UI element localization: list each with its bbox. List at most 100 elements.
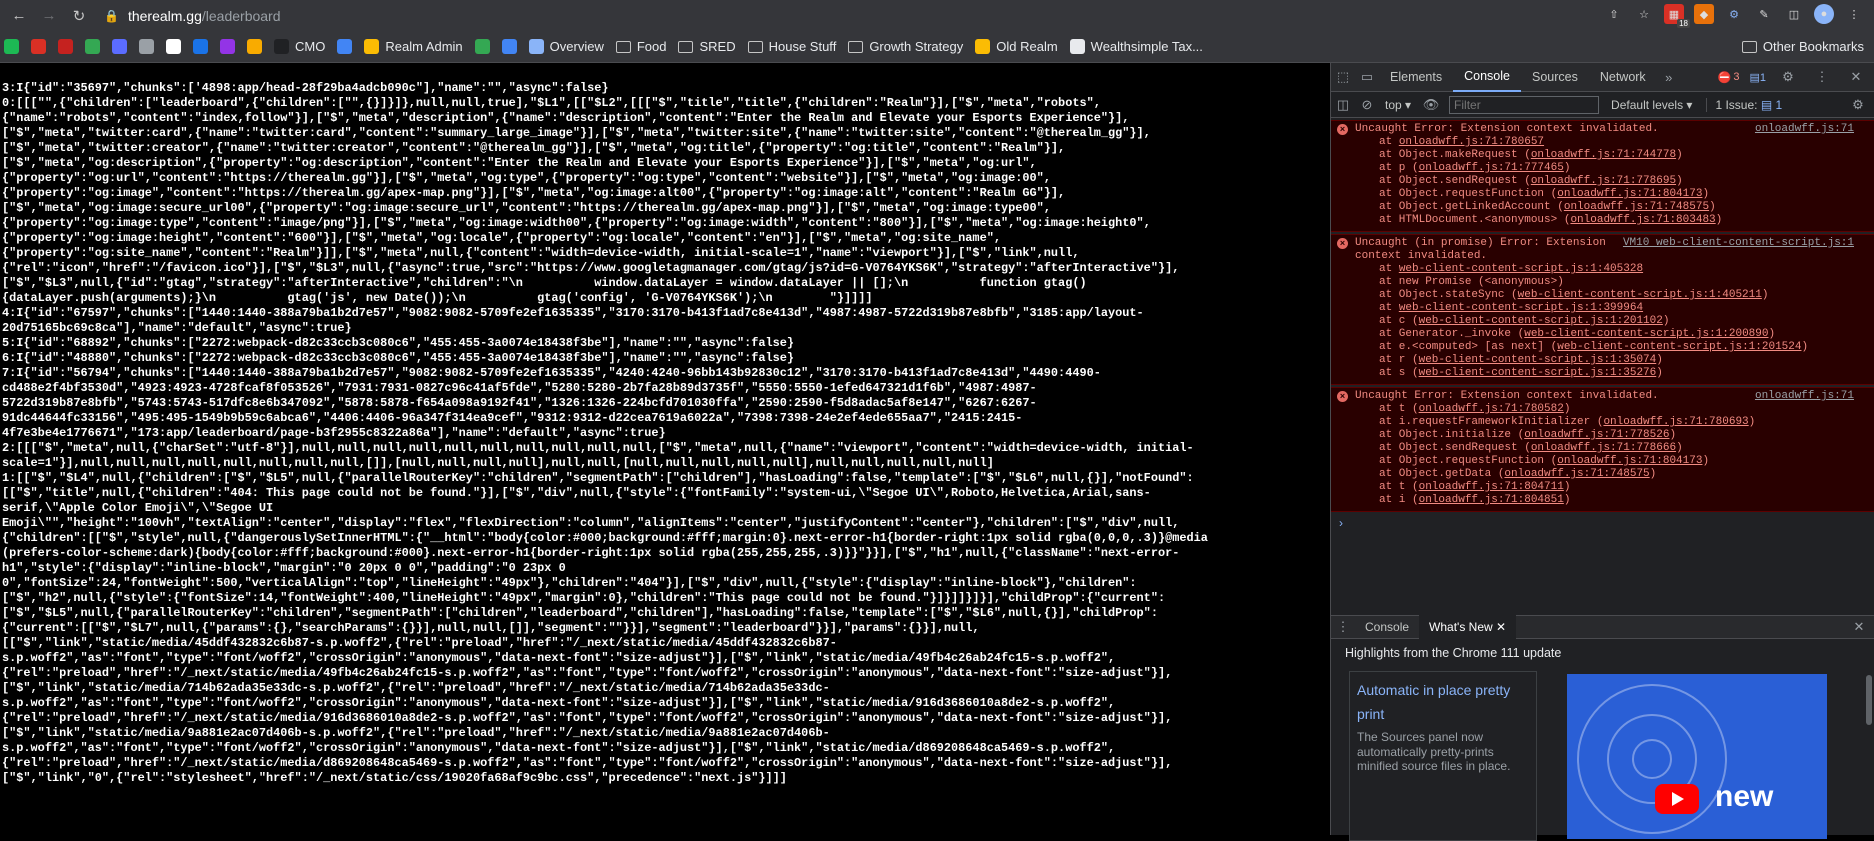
close-devtools-icon[interactable]: ✕ [1844, 69, 1868, 85]
stack-source-link[interactable]: web-client-content-script.js:1:405328 [1399, 263, 1643, 275]
share-icon[interactable]: ⇧ [1604, 4, 1624, 24]
gear-extension-icon[interactable]: ⚙ [1724, 4, 1744, 24]
bookmark-item[interactable]: Old Realm [975, 39, 1058, 54]
close-drawer-icon[interactable]: ✕ [1847, 619, 1871, 635]
tab-elements[interactable]: Elements [1379, 63, 1453, 92]
bookmark-item[interactable]: SRED [678, 39, 736, 54]
bookmark-star-icon[interactable]: ☆ [1634, 4, 1654, 24]
stack-source-link[interactable]: web-client-content-script.js:1:405211 [1518, 289, 1762, 301]
stack-source-link[interactable]: onloadwff.js:71:744778 [1531, 149, 1676, 161]
console-prompt[interactable]: › [1331, 512, 1874, 530]
more-tabs-icon[interactable]: » [1657, 70, 1681, 85]
context-selector[interactable]: top ▾ [1385, 98, 1411, 112]
puzzle-icon[interactable]: ✎ [1754, 4, 1774, 24]
stack-source-link[interactable]: web-client-content-script.js:1:35276 [1419, 367, 1657, 379]
close-tab-icon[interactable]: ✕ [1496, 620, 1506, 634]
sidebar-toggle-icon[interactable]: ◫ [1331, 97, 1355, 113]
stack-source-link[interactable]: onloadwff.js:71:780693 [1603, 416, 1748, 428]
bookmark-item[interactable] [337, 39, 353, 54]
drawer-tab-console[interactable]: Console [1355, 615, 1419, 639]
bookmark-item[interactable]: CMO [274, 39, 325, 54]
console-filter-input[interactable] [1449, 95, 1600, 114]
back-arrow-icon[interactable]: ← [8, 5, 30, 27]
bookmark-item[interactable] [85, 39, 100, 54]
stack-source-link[interactable]: onloadwff.js:71:778695 [1531, 175, 1676, 187]
inspect-icon[interactable]: ⬚ [1331, 69, 1355, 85]
bookmark-item[interactable] [112, 39, 127, 54]
stack-source-link[interactable]: onloadwff.js:71:780657 [1399, 136, 1544, 148]
bookmark-item[interactable] [139, 39, 154, 54]
stack-source-link[interactable]: onloadwff.js:71:748575 [1504, 468, 1649, 480]
feature-card-title[interactable]: Automatic in place pretty print [1357, 678, 1529, 726]
sidepanel-icon[interactable]: ◫ [1784, 4, 1804, 24]
bookmark-item[interactable]: Overview [528, 39, 604, 54]
bookmark-item[interactable] [474, 39, 490, 54]
stack-source-link[interactable]: web-client-content-script.js:1:399964 [1399, 302, 1643, 314]
other-bookmarks[interactable]: Other Bookmarks [1741, 39, 1864, 54]
reload-icon[interactable]: ↻ [68, 5, 90, 27]
bookmark-favicon-icon [474, 39, 490, 54]
bookmark-item[interactable]: House Stuff [747, 39, 836, 54]
extension-icon[interactable]: ▦ 18 [1664, 4, 1690, 28]
console-error-message[interactable]: × onloadwff.js:71 Uncaught Error: Extensio… [1331, 387, 1874, 512]
lock-icon[interactable]: 🔒 [104, 9, 119, 23]
bookmark-item[interactable] [220, 39, 235, 54]
stack-source-link[interactable]: web-client-content-script.js:1:35074 [1419, 354, 1657, 366]
tab-network[interactable]: Network [1589, 63, 1657, 92]
bookmark-item[interactable] [247, 39, 262, 54]
menu-icon[interactable]: ⋮ [1844, 4, 1864, 24]
console-error-message[interactable]: × VM10 web-client-content-script.js:1 Unca… [1331, 234, 1874, 385]
fox-extension-icon[interactable]: ◆ [1694, 4, 1714, 24]
bookmark-item[interactable] [193, 39, 208, 54]
stack-source-link[interactable]: onloadwff.js:71:803483 [1570, 214, 1715, 226]
bookmark-label: Wealthsimple Tax... [1090, 39, 1203, 54]
stack-source-link[interactable]: web-client-content-script.js:1:201524 [1557, 341, 1801, 353]
bookmark-item[interactable]: Realm Admin [364, 39, 463, 54]
issues-counter[interactable]: 1 Issue: ▤ 1 [1706, 97, 1782, 112]
kebab-menu-icon[interactable]: ⋮ [1810, 69, 1834, 85]
message-source-link[interactable]: VM10 web-client-content-script.js:1 [1623, 237, 1854, 250]
drawer-menu-icon[interactable]: ⋮ [1331, 619, 1355, 635]
tab-sources[interactable]: Sources [1521, 63, 1589, 92]
bookmark-item[interactable] [166, 39, 181, 54]
drawer-scrollbar[interactable] [1866, 675, 1872, 725]
stack-tail: ) [1563, 162, 1571, 174]
stack-source-link[interactable]: web-client-content-script.js:1:201102 [1419, 315, 1663, 327]
device-toolbar-icon[interactable]: ▭ [1355, 69, 1379, 85]
log-levels-dropdown[interactable]: Default levels ▾ [1611, 98, 1692, 112]
feature-card[interactable]: Automatic in place pretty print The Sour… [1349, 671, 1537, 841]
clear-console-icon[interactable]: ⊘ [1355, 97, 1379, 113]
stack-source-link[interactable]: onloadwff.js:71:804173 [1557, 188, 1702, 200]
stack-source-link[interactable]: onloadwff.js:71:804711 [1419, 481, 1564, 493]
message-source-link[interactable]: onloadwff.js:71 [1755, 123, 1854, 136]
youtube-play-icon[interactable] [1655, 784, 1699, 814]
settings-gear-icon[interactable]: ⚙ [1776, 69, 1800, 85]
stack-source-link[interactable]: onloadwff.js:71:778526 [1524, 429, 1669, 441]
info-count-badge[interactable]: ▤1 [1749, 71, 1766, 84]
stack-source-link[interactable]: onloadwff.js:71:777465 [1419, 162, 1564, 174]
bookmark-item[interactable]: Growth Strategy [848, 39, 963, 54]
bookmark-item[interactable]: Wealthsimple Tax... [1069, 39, 1203, 54]
stack-source-link[interactable]: onloadwff.js:71:780582 [1419, 403, 1564, 415]
address-bar[interactable]: 🔒 therealm.gg/leaderboard [104, 5, 281, 27]
stack-source-link[interactable]: onloadwff.js:71:804173 [1557, 455, 1702, 467]
bookmark-item[interactable] [31, 39, 46, 54]
stack-source-link[interactable]: onloadwff.js:71:804851 [1419, 494, 1564, 506]
stack-source-link[interactable]: onloadwff.js:71:778666 [1531, 442, 1676, 454]
console-settings-icon[interactable]: ⚙ [1846, 97, 1870, 113]
bookmark-item[interactable] [501, 39, 517, 54]
avatar[interactable]: ● [1814, 4, 1834, 24]
tab-console[interactable]: Console [1453, 63, 1521, 92]
error-count-badge[interactable]: ⛔ 3 [1718, 71, 1740, 84]
video-thumbnail[interactable]: new [1567, 674, 1827, 839]
bookmark-item[interactable] [58, 39, 73, 54]
bookmark-item[interactable]: Food [615, 39, 666, 54]
drawer-tab-whats-new[interactable]: What's New ✕ [1419, 615, 1517, 639]
stack-source-link[interactable]: web-client-content-script.js:1:200890 [1524, 328, 1768, 340]
stack-source-link[interactable]: onloadwff.js:71:748575 [1564, 201, 1709, 213]
forward-arrow-icon[interactable]: → [38, 5, 60, 27]
eye-icon[interactable]: 👁 [1419, 97, 1443, 113]
console-error-message[interactable]: × onloadwff.js:71 Uncaught Error: Extensio… [1331, 120, 1874, 232]
message-source-link[interactable]: onloadwff.js:71 [1755, 390, 1854, 403]
bookmark-item[interactable] [4, 39, 19, 54]
